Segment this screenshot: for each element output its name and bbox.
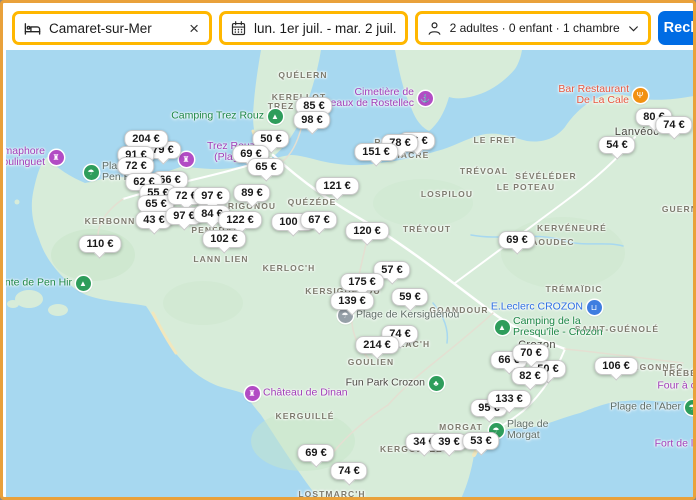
price-marker[interactable]: 139 € xyxy=(330,292,374,310)
price-marker[interactable]: 74 € xyxy=(655,116,692,134)
price-marker[interactable]: 151 € xyxy=(354,143,398,161)
price-marker[interactable]: 65 € xyxy=(247,158,284,176)
price-marker[interactable]: 69 € xyxy=(297,444,334,462)
search-bar: Camaret-sur-Mer × lun. 1er juil. - mar. … xyxy=(6,6,696,50)
price-marker[interactable]: 59 € xyxy=(391,288,428,306)
price-marker[interactable]: 120 € xyxy=(345,222,389,240)
destination-value[interactable]: Camaret-sur-Mer xyxy=(49,21,180,36)
destination-field[interactable]: Camaret-sur-Mer × xyxy=(12,11,212,45)
price-marker[interactable]: 98 € xyxy=(293,111,330,129)
bed-icon xyxy=(23,19,42,38)
price-marker[interactable]: 133 € xyxy=(487,390,531,408)
clear-destination-icon[interactable]: × xyxy=(187,20,201,37)
price-marker[interactable]: 106 € xyxy=(594,357,638,375)
price-marker[interactable]: 97 € xyxy=(193,187,230,205)
occupancy-value[interactable]: 2 adultes · 0 enfant · 1 chambre xyxy=(450,21,620,35)
price-marker[interactable]: 82 € xyxy=(511,367,548,385)
price-marker[interactable]: 70 € xyxy=(512,344,549,362)
price-marker[interactable]: 102 € xyxy=(202,230,246,248)
person-icon xyxy=(426,20,443,37)
price-markers-layer: 79 €204 €91 €72 €66 €62 €55 €65 €72 €97 … xyxy=(6,50,696,500)
map[interactable]: QUÉLERNKERELLOTTREZ ROUZROSTELLECSAINT-F… xyxy=(6,50,696,500)
search-button[interactable]: Rechercher xyxy=(658,11,696,45)
price-marker[interactable]: 110 € xyxy=(79,235,122,253)
price-marker[interactable]: 89 € xyxy=(233,184,270,202)
price-marker[interactable]: 122 € xyxy=(218,211,262,229)
occupancy-field[interactable]: 2 adultes · 0 enfant · 1 chambre xyxy=(415,11,651,45)
dates-field[interactable]: lun. 1er juil. - mar. 2 juil. xyxy=(219,11,408,45)
price-marker[interactable]: 74 € xyxy=(330,462,367,480)
price-marker[interactable]: 175 € xyxy=(340,273,384,291)
dates-value[interactable]: lun. 1er juil. - mar. 2 juil. xyxy=(254,21,397,36)
price-marker[interactable]: 69 € xyxy=(498,231,535,249)
calendar-icon xyxy=(230,20,247,37)
price-marker[interactable]: 214 € xyxy=(355,336,399,354)
price-marker[interactable]: 54 € xyxy=(598,136,635,154)
chevron-down-icon[interactable] xyxy=(627,22,640,35)
price-marker[interactable]: 121 € xyxy=(315,177,359,195)
price-marker[interactable]: 67 € xyxy=(300,211,337,229)
price-marker[interactable]: 53 € xyxy=(462,432,499,450)
booking-map-window: Camaret-sur-Mer × lun. 1er juil. - mar. … xyxy=(0,0,696,500)
